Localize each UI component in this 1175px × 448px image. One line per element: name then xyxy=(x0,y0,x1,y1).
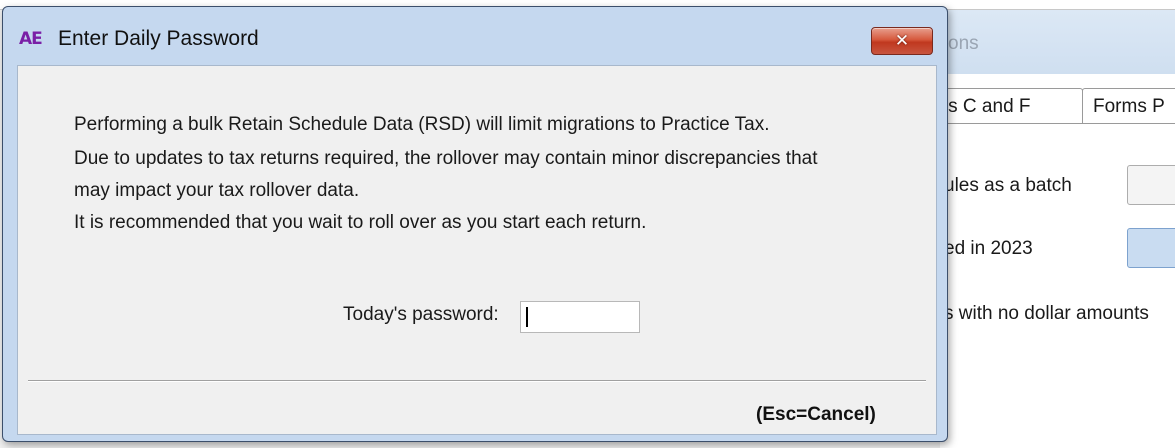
dialog-client-area: Performing a bulk Retain Schedule Data (… xyxy=(17,65,937,435)
background-option-no-dollar: s with no dollar amounts xyxy=(944,303,1149,324)
message-line-2: Due to updates to tax returns required, … xyxy=(74,148,818,169)
password-label: Today's password: xyxy=(343,304,499,325)
text-caret xyxy=(526,307,528,327)
background-option-2023: ed in 2023 xyxy=(944,238,1033,259)
app-logo-icon: AE xyxy=(19,29,43,49)
close-button[interactable]: ✕ xyxy=(871,27,933,55)
close-x-icon: ✕ xyxy=(894,31,910,51)
message-line-3: may impact your tax rollover data. xyxy=(74,180,360,201)
background-window-title: ons xyxy=(948,33,979,54)
background-batch-button[interactable] xyxy=(1127,165,1175,205)
tab-strip-divider xyxy=(940,123,1175,124)
message-line-1: Performing a bulk Retain Schedule Data (… xyxy=(74,114,770,135)
tab-forms-p[interactable]: Forms P xyxy=(1082,88,1175,124)
dialog-title-bar[interactable]: AE Enter Daily Password ✕ xyxy=(3,7,947,65)
background-2023-button[interactable] xyxy=(1127,228,1175,268)
password-input[interactable] xyxy=(520,301,640,333)
background-option-batch: ules as a batch xyxy=(944,175,1072,196)
esc-cancel-hint[interactable]: (Esc=Cancel) xyxy=(756,404,876,426)
dialog-divider xyxy=(28,380,926,382)
message-line-4: It is recommended that you wait to roll … xyxy=(74,212,647,233)
dialog-title: Enter Daily Password xyxy=(58,27,259,50)
enter-daily-password-dialog: AE Enter Daily Password ✕ Performing a b… xyxy=(2,6,948,442)
